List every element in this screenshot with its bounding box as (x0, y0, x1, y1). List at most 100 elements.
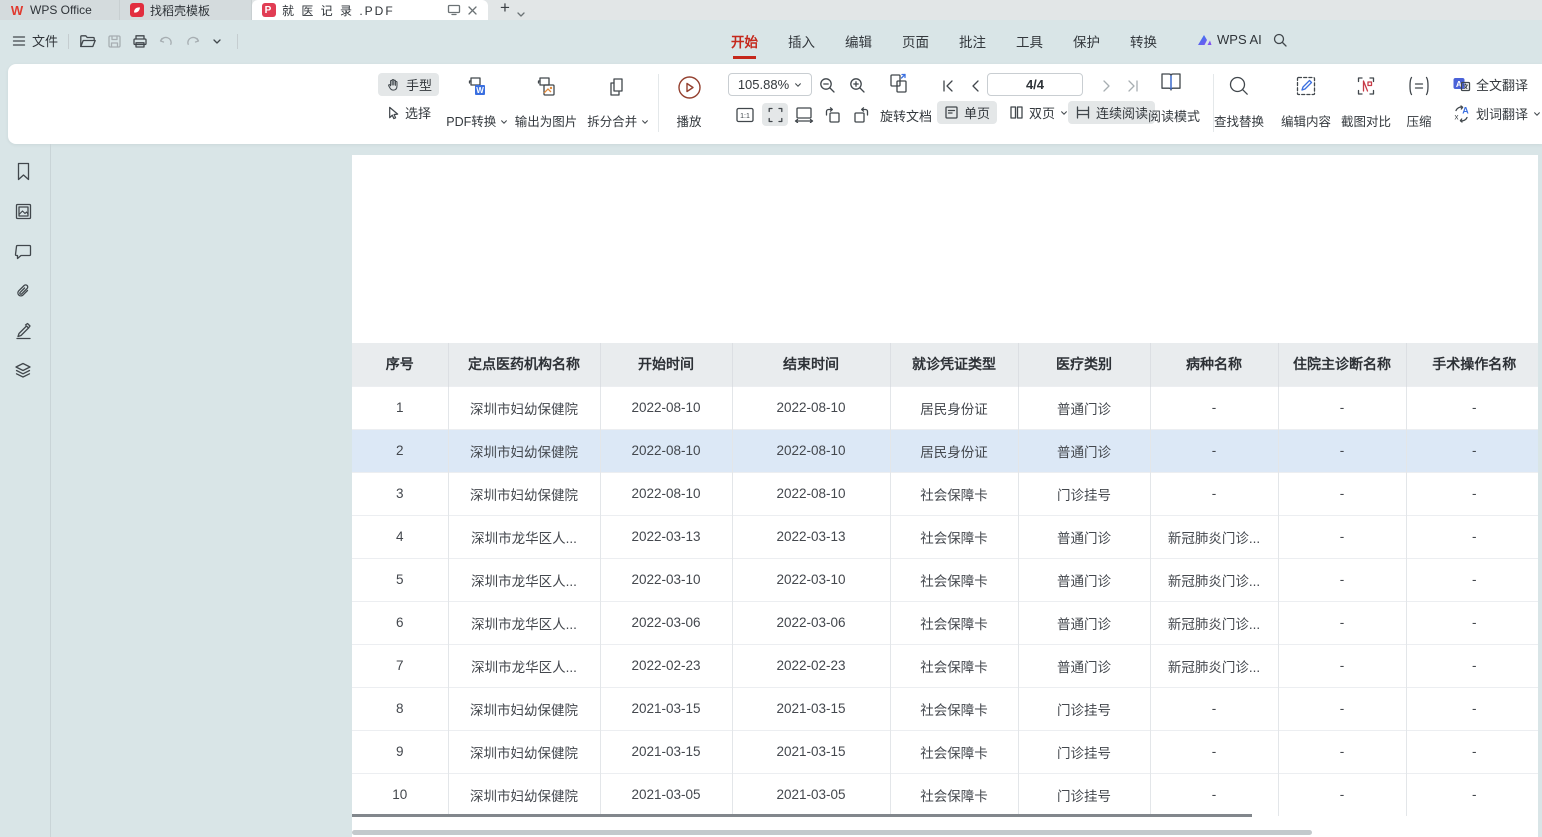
menu-tab-4[interactable]: 页面 (902, 31, 929, 59)
menu-tab-3[interactable]: 编辑 (845, 31, 872, 59)
zoom-level-input[interactable]: 105.88% (728, 73, 812, 96)
table-cell: 10 (352, 773, 448, 816)
zoom-in-button[interactable] (844, 73, 870, 96)
tab-monitor-icon[interactable] (447, 4, 461, 16)
rotate-doc-label[interactable]: 旋转文档 (880, 106, 932, 125)
read-mode-label[interactable]: 阅读模式 (1148, 106, 1200, 125)
hamburger-icon (12, 35, 26, 47)
split-merge-label: 拆分合并 (587, 111, 649, 130)
open-file-button[interactable] (77, 31, 99, 51)
table-cell: 2022-03-10 (732, 558, 890, 601)
play-label: 播放 (676, 111, 701, 130)
continuous-reading-button[interactable]: 连续阅读 (1068, 101, 1155, 124)
word-translate-button[interactable]: xA 划词翻译 (1448, 102, 1542, 125)
rotate-left-icon (823, 106, 843, 124)
table-header-cell: 序号 (352, 343, 448, 386)
full-translate-button[interactable]: A 全文翻译 (1448, 73, 1532, 96)
table-cell: 新冠肺炎门诊... (1150, 558, 1278, 601)
table-cell: 社会保障卡 (890, 558, 1018, 601)
folder-open-icon (79, 34, 97, 49)
fit-width-button[interactable] (791, 103, 817, 126)
page-number-input[interactable]: 4/4 (987, 73, 1083, 96)
compress-icon (1406, 74, 1432, 98)
paperclip-icon (14, 282, 33, 301)
table-cell: - (1150, 773, 1278, 816)
table-cell: 新冠肺炎门诊... (1150, 601, 1278, 644)
table-cell: 9 (352, 730, 448, 773)
svg-text:W: W (476, 86, 484, 95)
table-cell: 2021-03-15 (732, 730, 890, 773)
first-page-button[interactable] (935, 74, 961, 97)
table-cell: 2021-03-05 (732, 773, 890, 816)
rotate-left-button[interactable] (820, 103, 846, 126)
fit-page-button[interactable] (762, 103, 788, 126)
table-cell: 深圳市妇幼保健院 (448, 386, 600, 429)
last-page-button[interactable] (1120, 74, 1146, 97)
zoom-dropdown-chevron-icon[interactable] (794, 81, 802, 89)
pdf-convert-label: PDF转换 (446, 111, 508, 130)
table-row: 5深圳市龙华区人...2022-03-102022-03-10社会保障卡普通门诊… (352, 558, 1538, 601)
file-menu-button[interactable]: 文件 (12, 31, 58, 50)
zoom-out-button[interactable] (814, 73, 840, 96)
tab-wps-office[interactable]: W WPS Office (0, 0, 120, 20)
table-row: 1深圳市妇幼保健院2022-08-102022-08-10居民身份证普通门诊--… (352, 386, 1538, 429)
double-page-button[interactable]: 双页 (1002, 101, 1075, 124)
table-row: 7深圳市龙华区人...2022-02-232022-02-23社会保障卡普通门诊… (352, 644, 1538, 687)
page-organize-button[interactable] (886, 71, 912, 94)
global-search-button[interactable] (1272, 32, 1288, 48)
hand-tool-label: 手型 (406, 75, 432, 94)
annotate-panel-button[interactable] (11, 318, 35, 342)
menu-tab-8[interactable]: 转换 (1130, 31, 1157, 59)
last-page-icon (1126, 79, 1140, 93)
layers-panel-button[interactable] (11, 358, 35, 382)
hand-icon (385, 77, 401, 93)
table-header-cell: 医疗类别 (1018, 343, 1150, 386)
hand-tool-button[interactable]: 手型 (378, 73, 439, 96)
sidebar-divider (50, 144, 51, 837)
tab-docer-templates[interactable]: 找稻壳模板 (120, 0, 252, 20)
find-replace-button[interactable]: 查找替换 (1203, 71, 1275, 135)
horizontal-scrollbar[interactable] (352, 830, 1312, 835)
comment-panel-button[interactable] (11, 239, 35, 263)
attachment-panel-button[interactable] (11, 279, 35, 303)
menu-tab-5[interactable]: 批注 (959, 31, 986, 59)
table-cell: - (1406, 386, 1538, 429)
rotate-right-button[interactable] (848, 103, 874, 126)
menu-tab-1[interactable]: 开始 (731, 31, 758, 59)
redo-button[interactable] (181, 31, 203, 51)
undo-button[interactable] (156, 31, 178, 51)
tab-close-icon[interactable] (467, 5, 478, 16)
split-merge-button[interactable]: 拆分合并 (576, 71, 660, 135)
thumbnail-panel-button[interactable] (11, 199, 35, 223)
tab-document-pdf[interactable]: P 就 医 记 录 .PDF (252, 0, 488, 20)
table-cell: 2021-03-15 (600, 730, 732, 773)
table-cell: 2022-03-10 (600, 558, 732, 601)
save-button[interactable] (103, 31, 125, 51)
svg-text:x: x (1455, 112, 1459, 121)
menu-tab-7[interactable]: 保护 (1073, 31, 1100, 59)
redo-icon (184, 35, 200, 48)
play-button[interactable]: 播放 (658, 71, 720, 135)
previous-page-button[interactable] (962, 74, 988, 97)
menu-tab-2[interactable]: 插入 (788, 31, 815, 59)
select-tool-button[interactable]: 选择 (378, 101, 438, 124)
read-mode-button[interactable] (1158, 70, 1184, 93)
table-cell: 2022-02-23 (732, 644, 890, 687)
bookmark-panel-button[interactable] (11, 159, 35, 183)
table-cell: 2022-08-10 (732, 386, 890, 429)
menu-tab-6[interactable]: 工具 (1016, 31, 1043, 59)
word-translate-chevron-icon (1533, 110, 1541, 118)
document-workspace: 序号定点医药机构名称开始时间结束时间就诊凭证类型医疗类别病种名称住院主诊断名称手… (0, 144, 1542, 837)
print-button[interactable] (129, 31, 151, 51)
compress-button[interactable]: 压缩 (1391, 71, 1447, 135)
table-cell: - (1150, 472, 1278, 515)
actual-size-button[interactable]: 1:1 (732, 103, 758, 126)
single-page-button[interactable]: 单页 (937, 101, 997, 124)
quick-toolbar-chevron-icon[interactable] (206, 31, 228, 51)
table-header-cell: 手术操作名称 (1406, 343, 1538, 386)
select-tool-label: 选择 (405, 103, 431, 122)
new-tab-button[interactable]: + (500, 0, 510, 18)
wps-ai-button[interactable]: WPS AI (1196, 32, 1262, 47)
tab-list-chevron-icon[interactable] (516, 11, 526, 18)
next-page-button[interactable] (1094, 74, 1120, 97)
